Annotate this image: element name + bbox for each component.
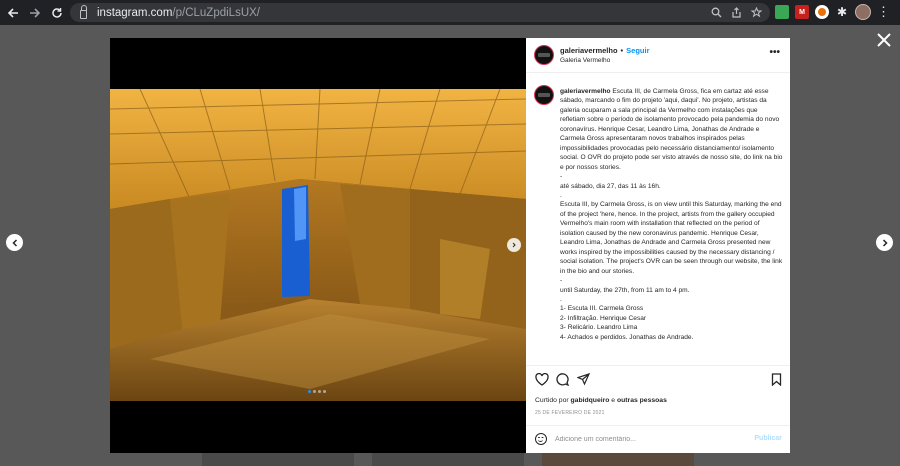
post-media xyxy=(110,38,526,453)
url-host: instagram.com xyxy=(97,6,173,19)
lock-icon xyxy=(80,4,87,19)
circle-extension-icon[interactable] xyxy=(815,5,829,19)
post-location[interactable]: Galeria Vermelho xyxy=(560,57,610,64)
forward-button[interactable] xyxy=(24,0,46,25)
caption-username[interactable]: galeriavermelho xyxy=(560,88,611,95)
ext-red-label: M xyxy=(799,8,805,16)
post-actions xyxy=(526,369,790,393)
comment-icon[interactable] xyxy=(556,373,569,386)
address-bar[interactable]: instagram.com/p/CLuZpdiLsUX/ xyxy=(70,3,770,22)
bookmark-star-icon[interactable] xyxy=(751,7,762,18)
reload-icon xyxy=(52,7,62,18)
avatar-logo xyxy=(538,53,550,57)
red-extension-icon[interactable]: M xyxy=(795,5,809,19)
heart-icon[interactable] xyxy=(535,373,549,386)
share-page-icon[interactable] xyxy=(731,7,742,18)
liked-by: Curtido por gabidqueiro e outras pessoas xyxy=(535,397,667,404)
carousel-dot xyxy=(308,390,311,393)
share-icon[interactable] xyxy=(577,373,590,386)
liked-by-user[interactable]: gabidqueiro xyxy=(571,397,610,404)
author-avatar[interactable] xyxy=(534,45,554,65)
comment-input[interactable] xyxy=(555,432,735,446)
carousel-indicator xyxy=(308,390,326,393)
post-header: galeriavermelho • Seguir Galeria Vermelho … xyxy=(526,38,790,73)
separator-dot: • xyxy=(620,46,624,55)
liked-by-others[interactable]: outras pessoas xyxy=(617,397,667,404)
post-date[interactable]: 25 DE FEVEREIRO DE 2021 xyxy=(535,410,605,416)
bookmark-icon[interactable] xyxy=(771,373,782,386)
carousel-dot xyxy=(323,390,326,393)
next-post-button[interactable] xyxy=(876,234,893,251)
emoji-icon[interactable] xyxy=(535,433,547,445)
carousel-dot xyxy=(313,390,316,393)
arrow-right-icon xyxy=(30,7,41,18)
green-extension-icon[interactable] xyxy=(775,5,789,19)
puzzle-icon[interactable]: ✱ xyxy=(835,5,849,19)
close-icon xyxy=(877,33,891,47)
zoom-icon[interactable] xyxy=(711,7,722,18)
kebab-menu-icon[interactable]: ⋮ xyxy=(877,4,890,20)
more-options-icon[interactable]: ••• xyxy=(769,47,780,58)
back-button[interactable] xyxy=(2,0,24,25)
avatar-logo xyxy=(538,93,550,97)
comment-composer: Publicar xyxy=(526,425,790,453)
post-photo xyxy=(110,89,526,401)
publish-button[interactable]: Publicar xyxy=(754,435,782,442)
post-caption: galeriavermelho Escuta III, de Carmela G… xyxy=(560,87,784,342)
header-user-line: galeriavermelho • Seguir xyxy=(560,46,650,55)
background-thumbnail xyxy=(372,453,524,466)
chevron-left-icon xyxy=(11,238,17,247)
background-thumbnail xyxy=(542,453,694,466)
caption-text: Escuta III, de Carmela Gross, fica em ca… xyxy=(560,88,783,341)
liked-by-prefix: Curtido por xyxy=(535,397,571,404)
author-username[interactable]: galeriavermelho xyxy=(560,46,618,55)
carousel-next-button[interactable] xyxy=(507,238,521,252)
liked-by-mid: e xyxy=(609,397,617,404)
close-modal-button[interactable] xyxy=(874,30,894,50)
caption-scroll-area[interactable]: galeriavermelho Escuta III, de Carmela G… xyxy=(526,74,790,366)
caption-avatar[interactable] xyxy=(534,85,554,105)
installation-photo xyxy=(110,89,526,401)
profile-avatar[interactable] xyxy=(855,4,871,20)
carousel-dot xyxy=(318,390,321,393)
reload-button[interactable] xyxy=(46,0,68,25)
background-thumbnail xyxy=(202,453,354,466)
post-details-panel: galeriavermelho • Seguir Galeria Vermelho … xyxy=(526,38,790,453)
browser-toolbar: instagram.com/p/CLuZpdiLsUX/ M ✱ ⋮ xyxy=(0,0,900,25)
chevron-right-icon xyxy=(512,242,516,248)
arrow-left-icon xyxy=(7,7,18,18)
previous-post-button[interactable] xyxy=(6,234,23,251)
url-path: /p/CLuZpdiLsUX/ xyxy=(172,6,260,19)
follow-button[interactable]: Seguir xyxy=(626,46,649,55)
chevron-right-icon xyxy=(882,238,888,247)
